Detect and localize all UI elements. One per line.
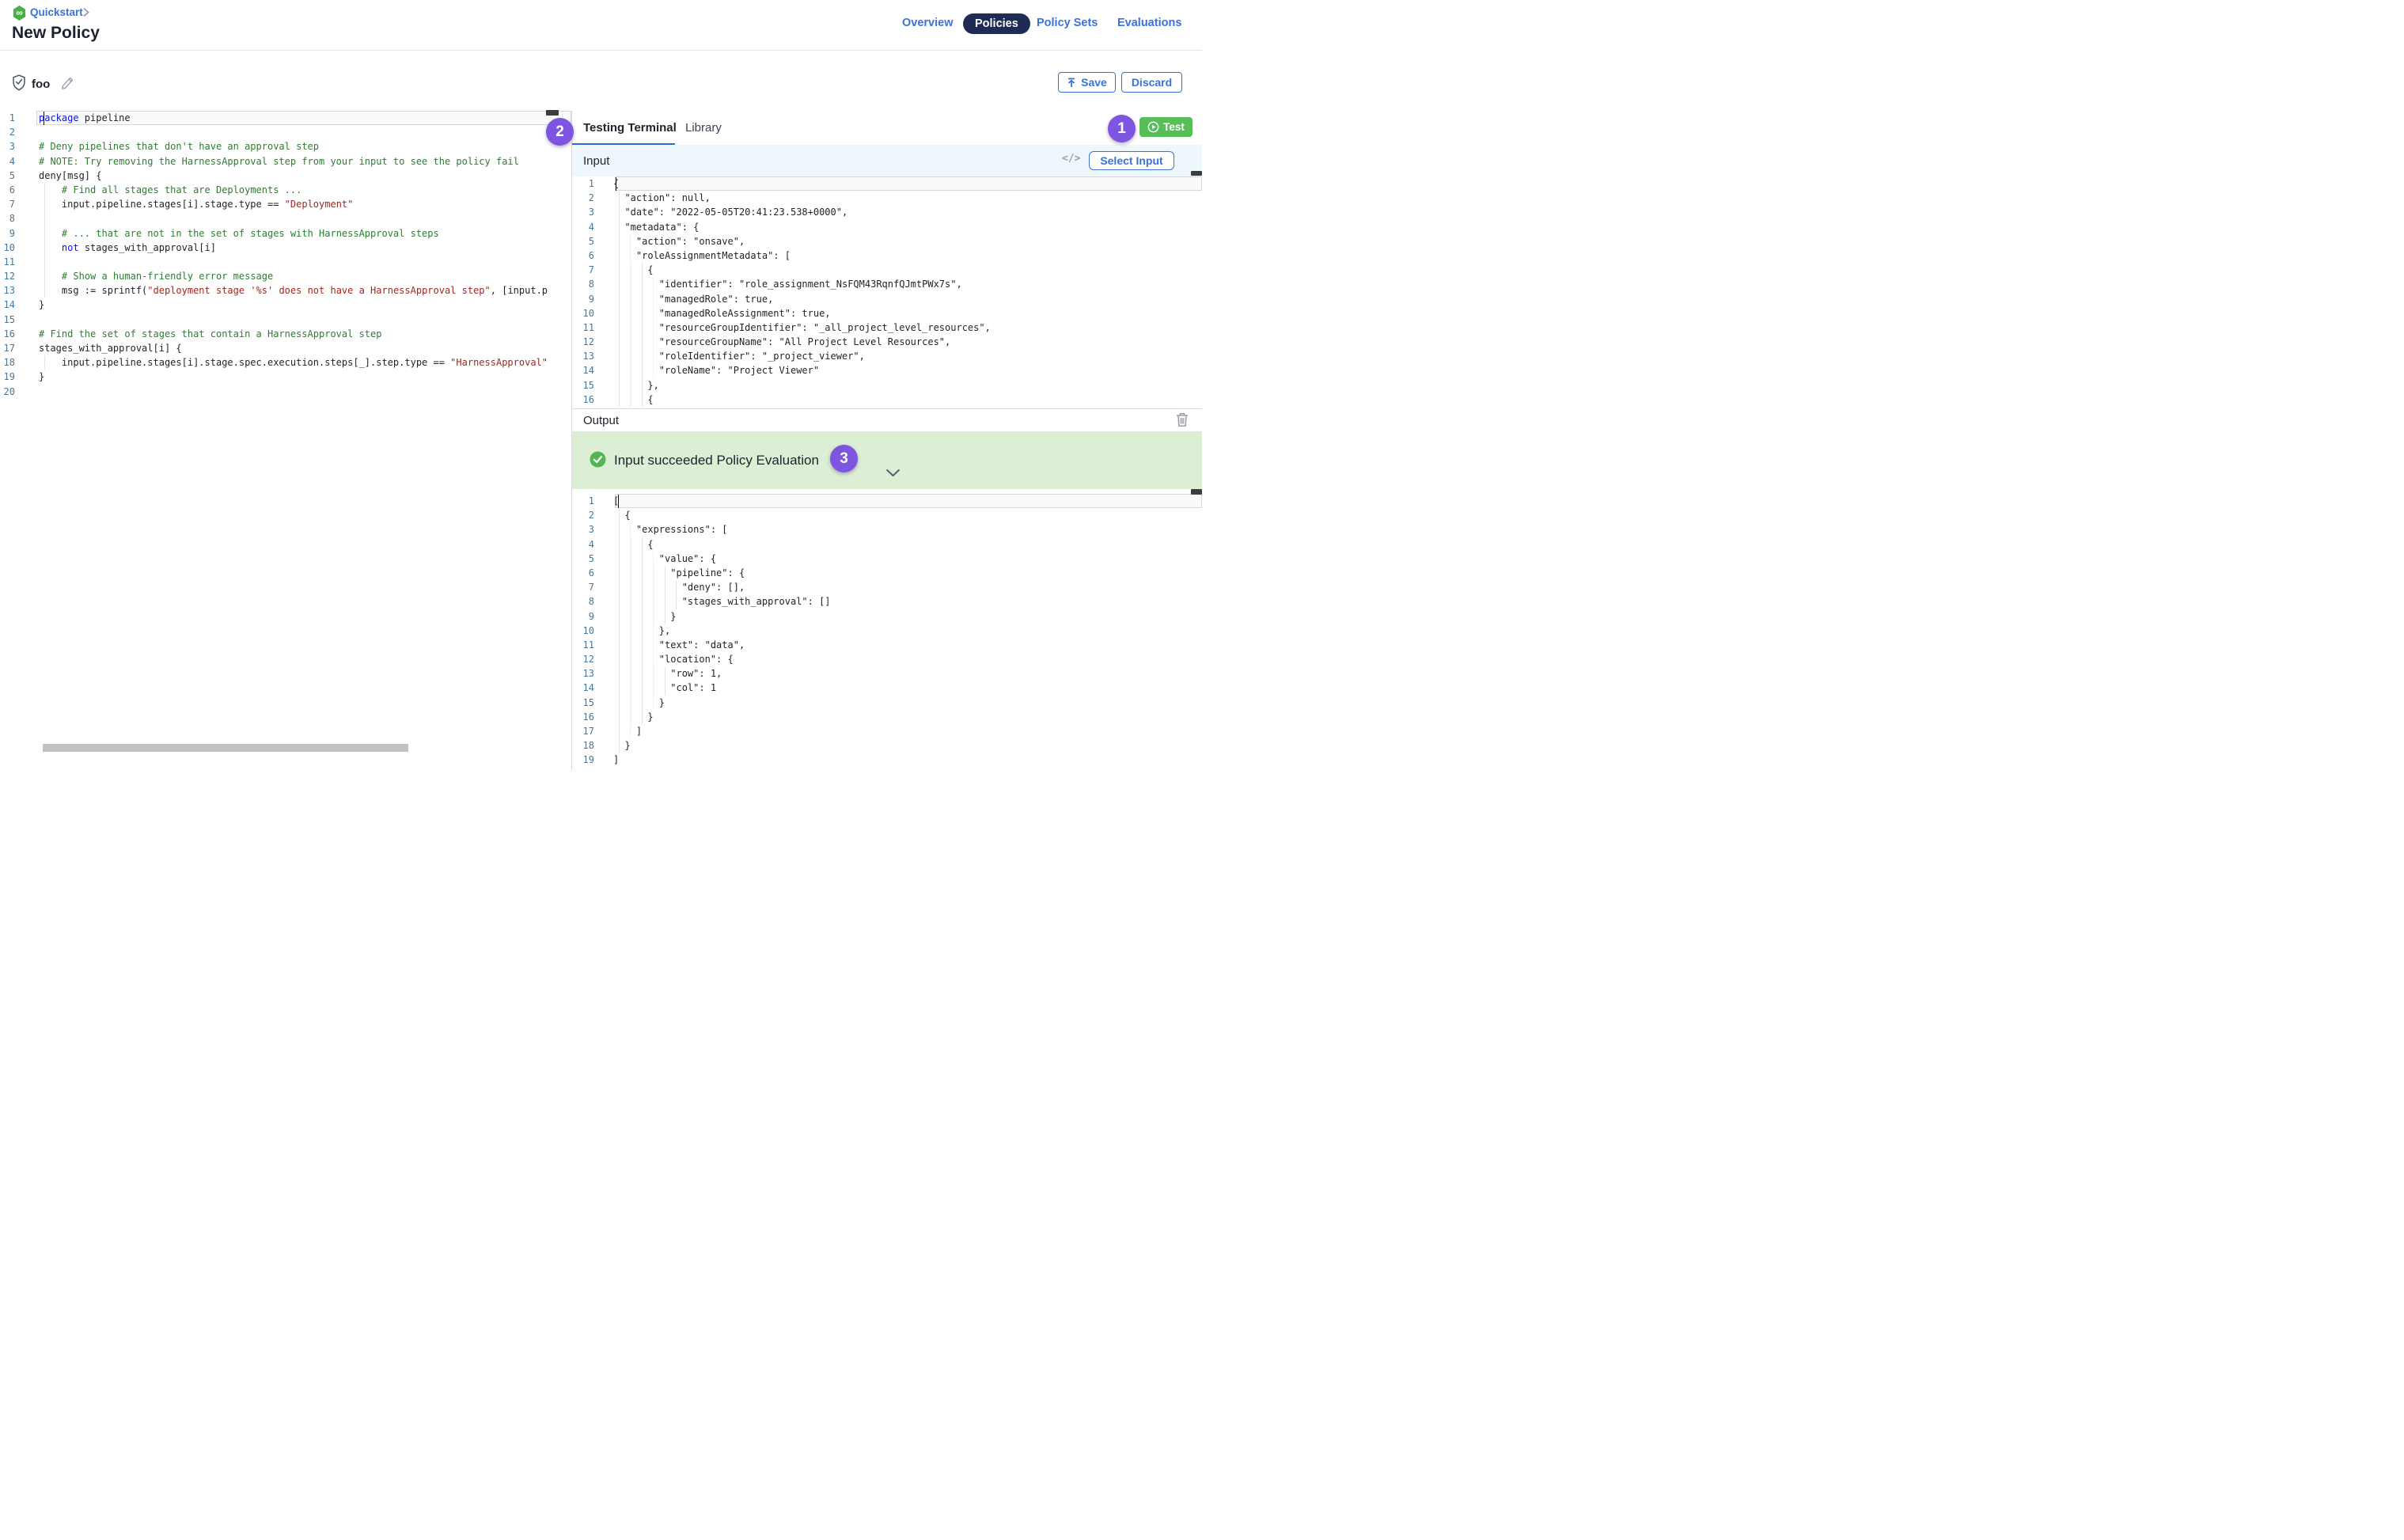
policy-shield-icon [12,74,26,91]
code-line: 3# Deny pipelines that don't have an app… [0,139,571,154]
code-line: 2 { [572,508,1202,522]
code-line: 11 "resourceGroupIdentifier": "_all_proj… [572,321,1202,335]
code-line: 6 "pipeline": { [572,566,1202,580]
code-line: 14} [0,298,571,312]
code-line: 8 "identifier": "role_assignment_NsFQM43… [572,277,1202,291]
code-line: 7 input.pipeline.stages[i].stage.type ==… [0,197,571,211]
page-title: New Policy [12,24,100,43]
code-line: 19] [572,753,1202,767]
code-line: 8 "stages_with_approval": [] [572,594,1202,609]
header-divider [0,50,1202,51]
input-collapsed-scrollbar[interactable] [1191,171,1202,176]
select-input-button[interactable]: Select Input [1089,151,1174,170]
code-line: 16# Find the set of stages that contain … [0,327,571,341]
nav-policies[interactable]: Policies [963,13,1030,34]
code-line: 16 } [572,710,1202,724]
code-line: 1[ [572,494,1202,508]
code-line: 16 { [572,393,1202,407]
annotation-circle-3: 3 [830,445,858,472]
code-line: 10 not stages_with_approval[i] [0,241,571,255]
trash-icon[interactable] [1176,412,1189,427]
code-line: 7 "deny": [], [572,580,1202,594]
breadcrumb[interactable]: Quickstart [30,6,83,18]
annotation-circle-1: 1 [1108,115,1136,142]
edit-pencil-icon[interactable] [61,76,74,90]
code-line: 9 } [572,609,1202,624]
code-line: 19} [0,370,571,384]
code-line: 5 "action": "onsave", [572,234,1202,248]
text-cursor [618,495,620,508]
code-line: 13 msg := sprintf("deployment stage '%s'… [0,283,571,298]
input-json-editor[interactable]: 1{2 "action": null,3 "date": "2022-05-05… [572,176,1202,408]
output-json-editor[interactable]: 1[2 {3 "expressions": [4 {5 "value": {6 … [572,494,1202,770]
code-line: 18 } [572,738,1202,753]
code-line: 20 [0,385,571,399]
code-line: 17stages_with_approval[i] { [0,341,571,355]
play-icon [1147,121,1159,133]
nav-evaluations[interactable]: Evaluations [1117,17,1181,29]
code-line: 12 "location": { [572,652,1202,666]
code-line: 9 # ... that are not in the set of stage… [0,226,571,241]
harness-logo-icon: ∞ [13,6,26,21]
select-input-label: Select Input [1100,154,1162,167]
code-line: 11 "text": "data", [572,638,1202,652]
upload-icon [1067,78,1076,88]
tab-testing-terminal[interactable]: Testing Terminal [583,111,677,145]
success-check-icon [590,451,606,468]
code-view-icon[interactable]: </> [1062,153,1080,165]
code-line: 11 [0,255,571,269]
code-line: 15 [0,313,571,327]
code-line: 8 [0,211,571,226]
policy-code-editor[interactable]: 1package pipeline23# Deny pipelines that… [0,111,571,770]
output-section-header: Output [572,408,1202,431]
code-line: 1{ [572,176,1202,191]
code-line: 10 "managedRoleAssignment": true, [572,306,1202,321]
code-line: 13 "roleIdentifier": "_project_viewer", [572,349,1202,363]
policy-name: foo [32,78,50,91]
code-line: 14 "col": 1 [572,681,1202,695]
code-line: 4 { [572,537,1202,552]
code-line: 12 "resourceGroupName": "All Project Lev… [572,335,1202,349]
code-line: 9 "managedRole": true, [572,292,1202,306]
text-cursor [44,112,45,125]
code-line: 4 "metadata": { [572,220,1202,234]
save-label: Save [1081,76,1107,89]
code-line: 13 "row": 1, [572,666,1202,681]
nav-overview[interactable]: Overview [902,17,954,29]
discard-button[interactable]: Discard [1121,72,1182,93]
horizontal-scrollbar[interactable] [43,744,408,752]
chevron-down-icon[interactable] [885,468,901,477]
code-line: 3 "expressions": [ [572,522,1202,537]
input-label: Input [583,145,609,176]
save-button[interactable]: Save [1058,72,1116,93]
code-line: 12 # Show a human-friendly error message [0,269,571,283]
code-line: 3 "date": "2022-05-05T20:41:23.538+0000"… [572,205,1202,219]
code-line: 5 "value": { [572,552,1202,566]
code-line: 2 "action": null, [572,191,1202,205]
evaluation-result-text: Input succeeded Policy Evaluation [614,431,819,489]
tab-library[interactable]: Library [685,111,722,145]
code-line: 1package pipeline [0,111,571,125]
nav-policy-sets[interactable]: Policy Sets [1037,17,1098,29]
code-line: 10 }, [572,624,1202,638]
code-line: 15 }, [572,378,1202,393]
text-cursor [616,177,617,191]
code-line: 6 # Find all stages that are Deployments… [0,183,571,197]
code-line: 4# NOTE: Try removing the HarnessApprova… [0,154,571,169]
code-line: 17 ] [572,724,1202,738]
output-label: Output [583,409,619,431]
code-line: 18 input.pipeline.stages[i].stage.spec.e… [0,355,571,370]
code-line: 5deny[msg] { [0,169,571,183]
test-label: Test [1163,121,1185,133]
code-line: 15 } [572,696,1202,710]
code-line: 14 "roleName": "Project Viewer" [572,363,1202,377]
test-button[interactable]: Test [1139,117,1193,137]
chevron-right-icon [83,8,89,17]
code-line: 2 [0,125,571,139]
code-line: 7 { [572,263,1202,277]
code-line: 6 "roleAssignmentMetadata": [ [572,248,1202,263]
discard-label: Discard [1132,76,1172,89]
